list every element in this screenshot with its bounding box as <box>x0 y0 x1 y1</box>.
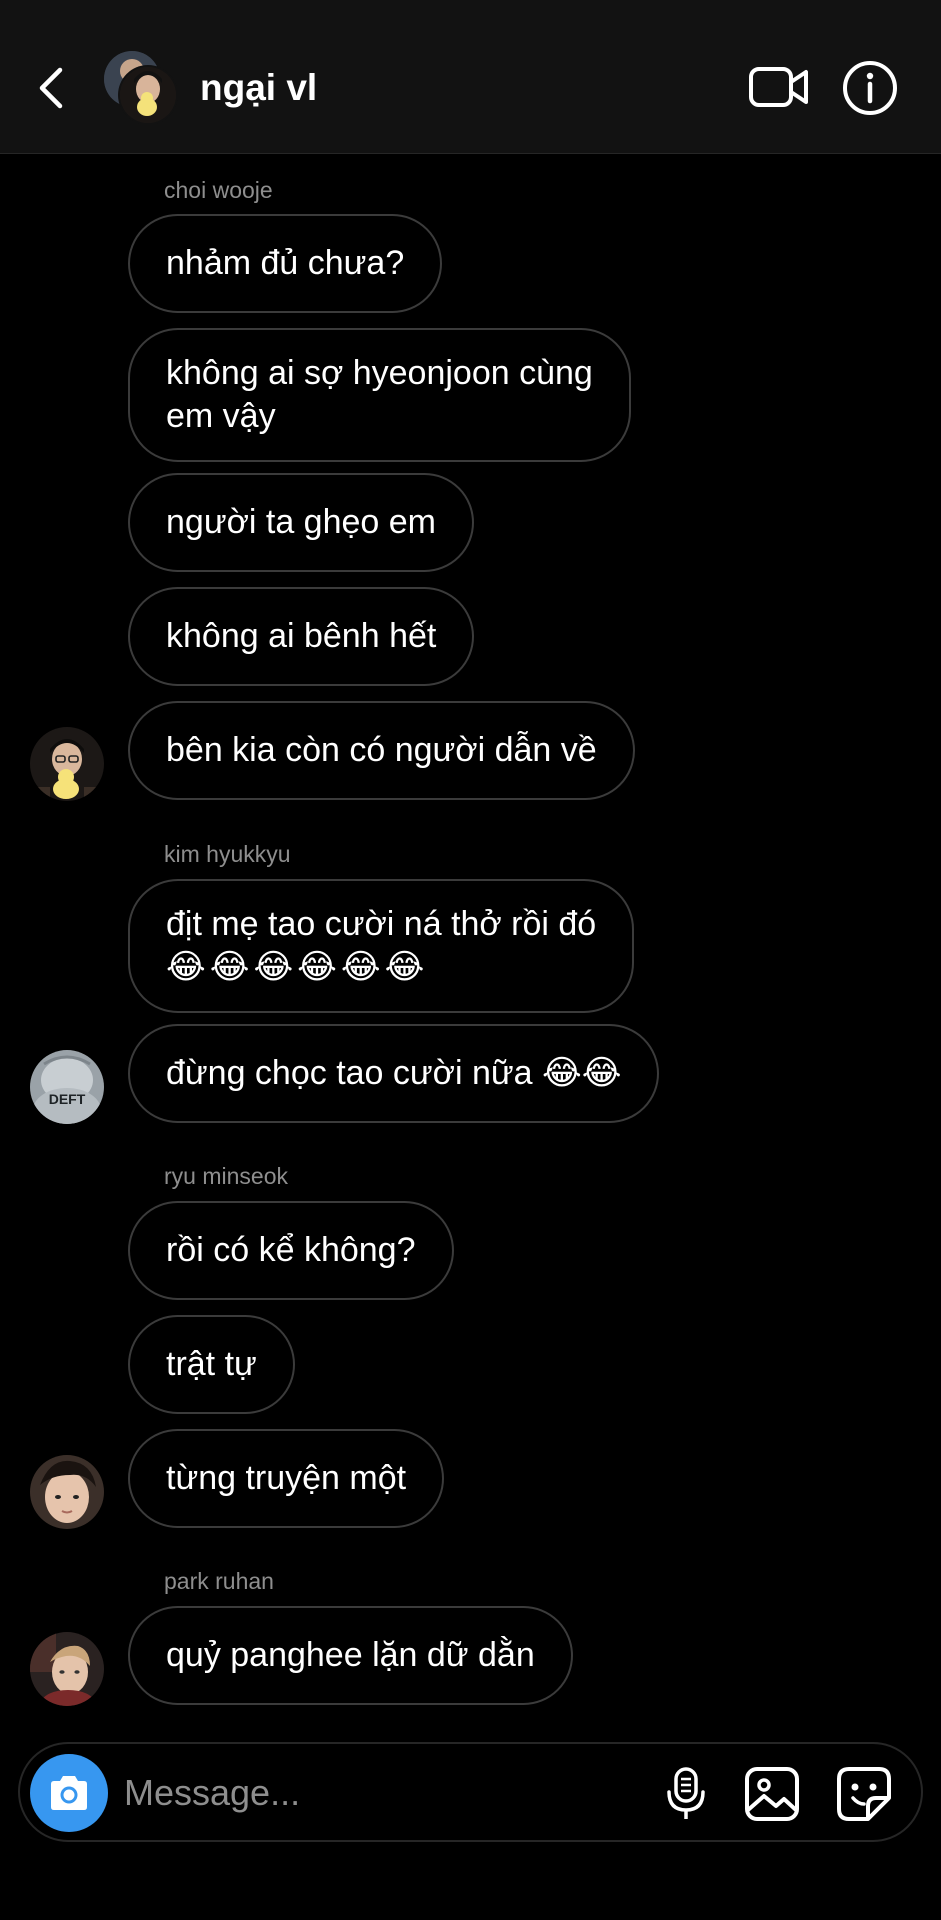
message-text: rồi có kể không? <box>166 1231 416 1269</box>
message-text: địt mẹ tao cười ná thở rồi đó <box>166 905 597 943</box>
message-text: người ta ghẹo em <box>166 503 436 541</box>
voice-message-button[interactable] <box>656 1764 716 1824</box>
message-bubble[interactable]: bên kia còn có người dẫn về <box>128 701 635 800</box>
avatar[interactable] <box>30 1455 104 1529</box>
message-bubble[interactable]: địt mẹ tao cười ná thở rồi đó 😂😂😂😂😂😂 <box>128 879 635 1013</box>
avatar[interactable]: DEFT <box>30 1050 104 1124</box>
message-text: 😂😂😂😂😂😂 <box>166 948 429 986</box>
camera-button[interactable] <box>30 1754 108 1832</box>
message-bubble[interactable]: người ta ghẹo em <box>128 473 474 572</box>
message-text: không ai sợ hyeonjoon cùng <box>166 354 593 392</box>
group-avatar[interactable] <box>104 51 178 125</box>
message-input[interactable] <box>124 1768 644 1818</box>
back-button[interactable] <box>30 60 72 116</box>
message-composer <box>18 1742 923 1842</box>
gallery-button[interactable] <box>742 1764 802 1824</box>
message-bubble[interactable]: từng truyện một <box>128 1429 445 1528</box>
message-bubble[interactable]: không ai bênh hết <box>128 587 475 686</box>
message-bubble[interactable]: trật tự <box>128 1315 295 1414</box>
message-bubble[interactable]: nhảm đủ chưa? <box>128 214 443 313</box>
info-button[interactable] <box>842 60 898 116</box>
video-camera-icon <box>749 67 808 107</box>
avatar-shirt-text: DEFT <box>49 1091 86 1107</box>
message-text: quỷ panghee lặn dữ dằn <box>166 1636 535 1674</box>
sticker-button[interactable] <box>834 1764 894 1824</box>
video-call-button[interactable] <box>748 62 810 112</box>
sender-name: choi wooje <box>164 177 273 203</box>
message-bubble[interactable]: không ai sợ hyeonjoon cùng em vậy <box>128 328 631 462</box>
sticker-icon <box>837 1767 891 1821</box>
info-icon <box>843 61 897 115</box>
camera-icon <box>51 1776 87 1810</box>
message-text: bên kia còn có người dẫn về <box>166 731 597 769</box>
message-bubble[interactable]: quỷ panghee lặn dữ dằn <box>128 1606 573 1705</box>
message-bubble[interactable]: đừng chọc tao cười nữa 😂😂 <box>128 1024 660 1123</box>
avatar[interactable] <box>30 727 104 801</box>
microphone-icon <box>667 1767 705 1819</box>
message-text: nhảm đủ chưa? <box>166 244 405 282</box>
message-text: đừng chọc tao cười nữa 😂😂 <box>166 1054 622 1092</box>
chat-header: ngại vl <box>0 0 941 154</box>
message-text: không ai bênh hết <box>166 617 437 655</box>
message-bubble[interactable]: rồi có kể không? <box>128 1201 454 1300</box>
sender-name: park ruhan <box>164 1568 274 1594</box>
image-icon <box>745 1767 799 1821</box>
message-text: em vậy <box>166 397 276 435</box>
chat-title[interactable]: ngại vl <box>200 66 317 110</box>
sender-name: kim hyukkyu <box>164 841 291 867</box>
message-text: từng truyện một <box>166 1459 407 1497</box>
avatar[interactable] <box>30 1632 104 1706</box>
sender-name: ryu minseok <box>164 1163 288 1189</box>
chevron-left-icon <box>39 67 63 109</box>
message-text: trật tự <box>166 1345 257 1383</box>
